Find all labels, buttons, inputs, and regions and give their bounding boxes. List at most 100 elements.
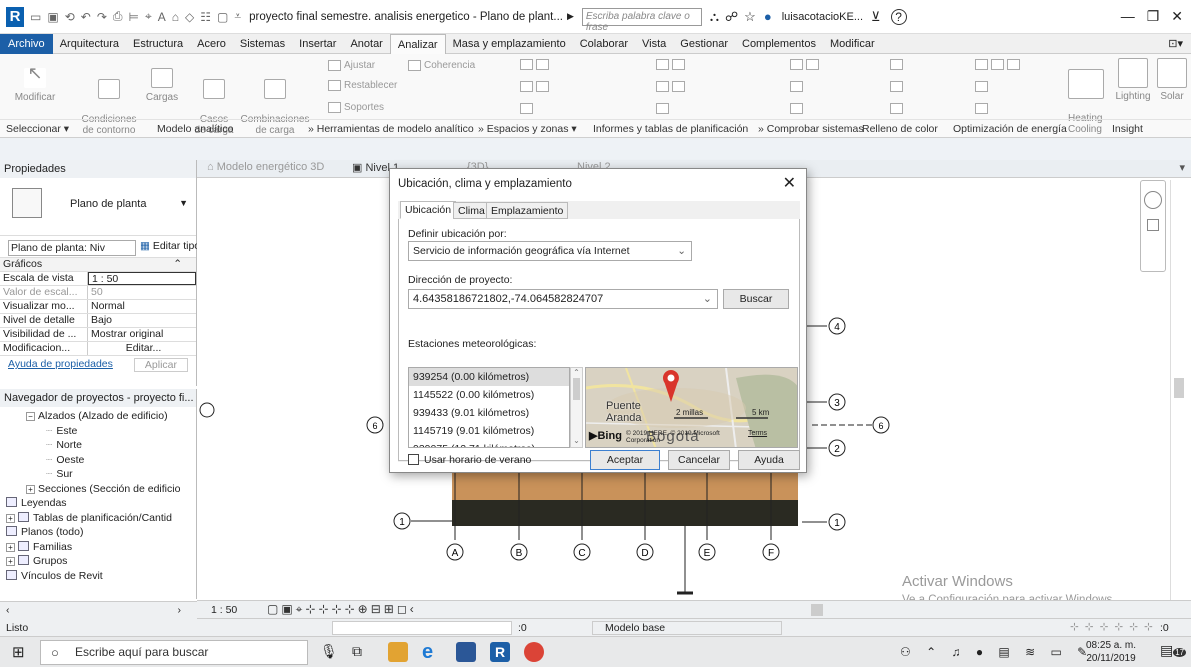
menu-tab-4[interactable]: Sistemas [233,34,292,54]
dst-checkbox[interactable]: Usar horario de verano [408,454,531,466]
view-selector[interactable]: Plano de planta: Niv [8,240,136,256]
tree-item[interactable]: ┈ Norte [0,438,196,453]
menu-tab-9[interactable]: Colaborar [573,34,635,54]
section-icon[interactable]: ◇ [185,10,194,24]
duct-legend-icon[interactable] [890,59,903,70]
scroll-up-icon[interactable]: ⌃ [571,368,582,377]
tab-site[interactable]: Emplazamiento [486,202,569,219]
system-tray-icons[interactable]: ⚇ ⌃ ♫ ● ▤ ≋ ▭ ✎ [900,645,1093,659]
tree-item[interactable]: + Tablas de planificación/Cantid [0,511,196,526]
3d-view-icon[interactable]: ⌂ [172,10,179,24]
menu-tab-7[interactable]: Analizar [389,33,446,54]
selection-icons[interactable]: ⊹⊹⊹⊹⊹⊹ [1070,621,1159,633]
subscription-icon[interactable]: ☍ [725,9,738,25]
chrome-icon[interactable] [524,642,544,662]
close-hidden-icon[interactable]: ☷ [200,10,211,24]
tree-item[interactable]: ┈ Sur [0,467,196,482]
user-name[interactable]: luisacotacioKE... [782,11,863,23]
adjust-button[interactable]: Ajustar [328,60,375,71]
design-option-select[interactable] [592,621,782,635]
search-input[interactable]: Escriba palabra clave o frase [581,7,702,33]
weather-station-item[interactable]: 1145719 (9.01 kilómetros) [409,422,569,440]
prop-row[interactable]: Visualizar mo... Normal [0,300,196,314]
select-panel-label[interactable]: Seleccionar ▾ [6,123,69,135]
weather-station-item[interactable]: 939254 (0.00 kilómetros) [409,368,569,386]
switch-windows-icon[interactable]: ▢ [217,10,228,24]
weather-station-item[interactable]: 939075 (12.71 kilómetros) [409,440,569,447]
menu-tab-13[interactable]: Modificar [823,34,882,54]
menu-tab-1[interactable]: Arquitectura [53,34,126,54]
sync-icon[interactable]: ⟲ [65,10,75,24]
redo-icon[interactable]: ↷ [97,10,107,24]
view-control-icons[interactable]: ▢▣⌖⊹⊹⊹⊹⊕⊟⊞◻‹ [267,602,417,617]
generate-icon[interactable] [975,81,988,93]
browser-hscroll[interactable]: ‹ › [0,601,197,619]
edge-icon[interactable]: e [422,642,442,662]
analytical-tools-label[interactable]: » Herramientas de modelo analítico [308,123,474,135]
minimize-icon[interactable]: — [1121,8,1135,25]
tab-location[interactable]: Ubicación [400,201,457,219]
horizontal-scroll-thumb[interactable] [811,604,823,616]
space-separator-icon[interactable] [536,59,549,70]
cancel-button[interactable]: Cancelar [668,450,730,470]
scroll-thumb[interactable] [1174,378,1184,398]
energy-model-icon[interactable] [991,59,1004,70]
task-view-icon[interactable]: ⧉ [352,643,362,660]
solar-button[interactable]: Solar [1154,58,1190,102]
view-tab-energy-3d[interactable]: ⌂ Modelo energético 3D [207,161,324,173]
word-icon[interactable] [456,642,476,662]
tree-item[interactable]: + Familias [0,540,196,555]
ribbon-minimize-icon[interactable]: ⊡▾ [1168,37,1191,50]
consistency-button[interactable]: Coherencia [408,60,475,71]
measure-icon[interactable]: ⊨ [128,10,138,24]
duct-report-icon[interactable] [672,81,685,93]
tree-item[interactable]: + Secciones (Sección de edificio [0,482,196,497]
menu-tab-0[interactable]: Archivo [0,33,53,54]
schedules-icon[interactable] [656,59,669,70]
taskbar-search-box[interactable]: ○ Escribe aquí para buscar [40,640,308,665]
text-icon[interactable]: A [158,10,166,24]
check-circuits-icon[interactable] [790,81,803,93]
tree-item[interactable]: Leyendas [0,496,196,511]
menu-tab-6[interactable]: Anotar [343,34,389,54]
location-map[interactable]: Puente Aranda 2 millas 5 km ▶Bing Bogotá … [585,367,798,448]
menu-tab-3[interactable]: Acero [190,34,233,54]
ok-button[interactable]: Aceptar [590,450,660,470]
view-scale[interactable]: 1 : 50 [211,604,237,616]
notification-center-icon[interactable]: ▤ 17 [1160,642,1187,662]
system-inspector-icon[interactable] [790,103,803,115]
help-icon[interactable]: ? [890,8,907,25]
tree-item[interactable]: ┈ Este [0,424,196,439]
map-terms-link[interactable]: Terms [748,430,767,437]
tree-item[interactable]: − Alzados (Alzado de edificio) [0,409,196,424]
space-tag-icon[interactable] [536,81,549,93]
supports-button[interactable]: Soportes [328,102,384,113]
prop-row[interactable]: Nivel de detalle Bajo [0,314,196,328]
define-location-select[interactable]: Servicio de información geográfica vía I… [408,241,692,261]
check-systems-label[interactable]: » Comprobar sistemas [758,123,864,135]
modify-button[interactable]: ↖ Modificar [12,64,58,103]
tabs-menu-icon[interactable]: ▾ [1179,161,1185,174]
stations-scroll-thumb[interactable] [573,378,580,400]
user-icon[interactable]: ● [764,9,772,24]
expand-icon[interactable]: + [26,484,35,494]
menu-tab-12[interactable]: Complementos [735,34,823,54]
windows-start-icon[interactable]: ⊞ [12,643,25,661]
file-explorer-icon[interactable] [388,642,408,662]
print-icon[interactable]: ⎙ [113,9,123,24]
edit-type-button[interactable]: ▦ Editar tipo [140,240,200,252]
heating-loads-icon[interactable] [672,59,685,70]
revit-logo[interactable]: R [6,6,24,27]
check-pipe-icon[interactable] [806,59,819,70]
color-scheme-icon[interactable] [520,103,533,115]
tree-item[interactable]: + Grupos [0,554,196,569]
stations-scrollbar[interactable]: ⌃ ⌄ [570,367,583,448]
binoculars-icon[interactable]: ⛬ [710,9,719,25]
spaces-zones-label[interactable]: » Espacios y zonas ▾ [478,123,577,135]
space-icon[interactable] [520,59,533,70]
tab-climate[interactable]: Clima [453,202,490,219]
menu-tab-2[interactable]: Estructura [126,34,190,54]
weather-stations-list[interactable]: 939254 (0.00 kilómetros) 1145522 (0.00 ki… [408,367,570,448]
energy-results-icon[interactable] [1007,59,1020,70]
weather-station-item[interactable]: 939433 (9.01 kilómetros) [409,404,569,422]
